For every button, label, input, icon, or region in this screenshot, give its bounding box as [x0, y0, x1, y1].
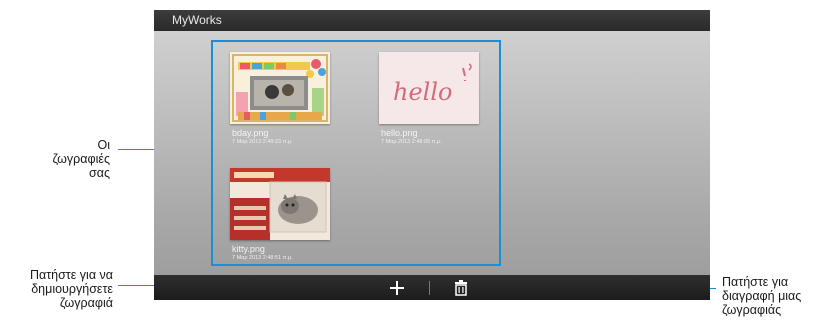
- work-name: kitty.png: [232, 244, 265, 254]
- hello-thumbnail: hello: [379, 52, 479, 124]
- callout-delete-drawing: Πατήστε για διαγραφή μιας ζωγραφιάς: [722, 275, 802, 317]
- toolbar-divider: [429, 281, 430, 295]
- kitty-thumbnail: [230, 168, 330, 240]
- work-date: 7 Μαρ 2013 2:49:23 π.μ.: [232, 139, 293, 145]
- callout-create-drawing: Πατήστε για να δημιουργήσετε ζωγραφιά: [29, 268, 113, 310]
- work-name: bday.png: [232, 128, 269, 138]
- bottom-toolbar: [154, 275, 710, 300]
- work-date: 7 Μαρ 2013 2:48:51 π.μ.: [232, 255, 293, 261]
- bday-thumbnail: [230, 52, 330, 124]
- app-title: MyWorks: [172, 13, 222, 27]
- plus-icon: [390, 280, 404, 295]
- kitty-thumbnail-art: [230, 168, 330, 240]
- hello-drawing-text: hello: [393, 78, 452, 106]
- myworks-screen: MyWorks bday.png 7 Μαρ 2013 2:49:23 π.μ.…: [154, 10, 710, 300]
- title-bar: MyWorks: [154, 10, 710, 31]
- delete-drawing-button[interactable]: [450, 275, 472, 300]
- callout-your-drawings: Οι ζωγραφιές σας: [52, 138, 110, 180]
- work-date: 7 Μαρ 2013 2:48:05 π.μ.: [381, 139, 442, 145]
- hello-thumbnail-art: hello: [379, 52, 479, 124]
- trash-icon: [455, 279, 467, 296]
- add-drawing-button[interactable]: [386, 275, 408, 300]
- bday-thumbnail-art: [230, 52, 330, 124]
- work-name: hello.png: [381, 128, 418, 138]
